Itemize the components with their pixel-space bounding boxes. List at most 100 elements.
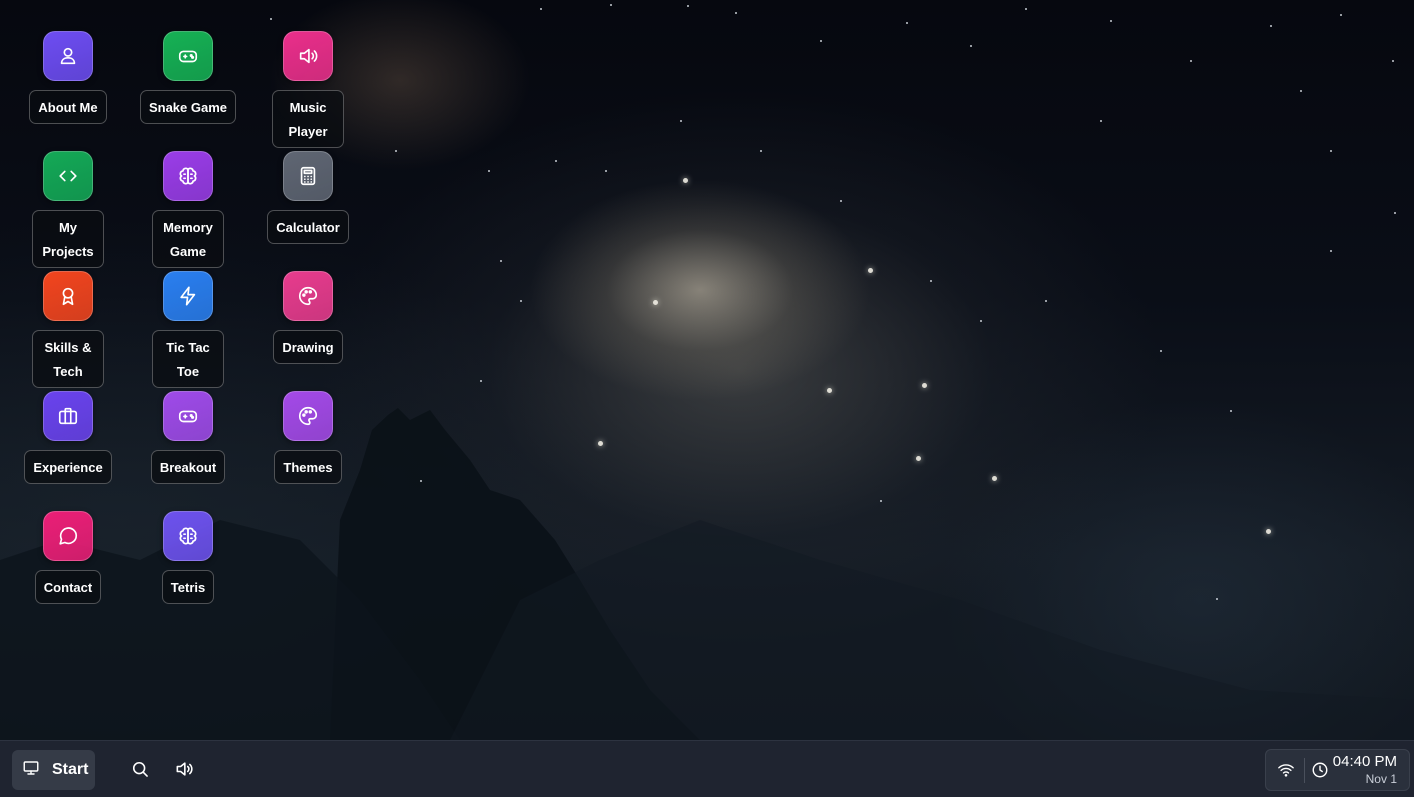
star xyxy=(1160,350,1162,352)
desktop-icon-snake-game[interactable]: Snake Game xyxy=(128,31,248,124)
star xyxy=(840,200,842,202)
desktop-icon-label: Skills & Tech xyxy=(32,330,104,388)
desktop-icon-themes[interactable]: Themes xyxy=(248,391,368,484)
start-button[interactable]: Start xyxy=(12,750,95,790)
calculator-icon xyxy=(283,151,333,201)
desktop-icon-about-me[interactable]: About Me xyxy=(8,31,128,124)
speaker-icon xyxy=(283,31,333,81)
award-icon xyxy=(43,271,93,321)
star xyxy=(1300,90,1302,92)
star xyxy=(270,18,272,20)
desktop-icon-tic-tac-toe[interactable]: Tic Tac Toe xyxy=(128,271,248,388)
bright-star xyxy=(827,388,832,393)
star xyxy=(735,12,737,14)
star xyxy=(395,150,397,152)
gamepad-icon xyxy=(163,391,213,441)
desktop-icon-label: Snake Game xyxy=(139,90,237,124)
star xyxy=(980,320,982,322)
desktop-icon-drawing[interactable]: Drawing xyxy=(248,271,368,364)
brain-icon xyxy=(163,151,213,201)
desktop-icon-label: Themes xyxy=(274,450,342,484)
user-icon xyxy=(43,31,93,81)
desktop-icon-label: Memory Game xyxy=(152,210,224,268)
star xyxy=(880,500,882,502)
bright-star xyxy=(922,383,927,388)
start-label: Start xyxy=(52,761,89,778)
clock-date: Nov 1 xyxy=(1365,772,1397,786)
code-icon xyxy=(43,151,93,201)
desktop-icon-music-player[interactable]: Music Player xyxy=(248,31,368,148)
desktop-icon-contact[interactable]: Contact xyxy=(8,511,128,604)
lightning-icon xyxy=(163,271,213,321)
bright-star xyxy=(1266,529,1271,534)
bright-star xyxy=(653,300,658,305)
desktop-icon-skills-tech[interactable]: Skills & Tech xyxy=(8,271,128,388)
brain-icon xyxy=(163,511,213,561)
search-icon[interactable] xyxy=(130,759,150,779)
wifi-icon[interactable] xyxy=(1277,761,1295,784)
desktop-icon-my-projects[interactable]: My Projects xyxy=(8,151,128,268)
star xyxy=(488,170,490,172)
desktop-icon-label: Drawing xyxy=(273,330,343,364)
star xyxy=(760,150,762,152)
star xyxy=(1190,60,1192,62)
desktop-icon-calculator[interactable]: Calculator xyxy=(248,151,368,244)
star xyxy=(970,45,972,47)
palette-icon xyxy=(283,391,333,441)
star xyxy=(540,8,542,10)
clock-time: 04:40 PM xyxy=(1332,753,1397,770)
star xyxy=(1216,598,1218,600)
desktop-icon-tetris[interactable]: Tetris xyxy=(128,511,248,604)
star xyxy=(1100,120,1102,122)
star xyxy=(420,480,422,482)
system-tray[interactable]: 04:40 PM Nov 1 xyxy=(1265,749,1410,791)
tray-divider xyxy=(1304,758,1305,783)
desktop-icon-label: Tetris xyxy=(161,570,215,604)
bright-star xyxy=(992,476,997,481)
clock-icon xyxy=(1311,761,1329,784)
star xyxy=(1270,25,1272,27)
desktop-icon-label: My Projects xyxy=(32,210,104,268)
volume-icon[interactable] xyxy=(174,759,194,779)
star xyxy=(610,4,612,6)
star xyxy=(687,5,689,7)
bright-star xyxy=(683,178,688,183)
star xyxy=(605,170,607,172)
desktop-icon-experience[interactable]: Experience xyxy=(8,391,128,484)
star xyxy=(680,120,682,122)
star xyxy=(480,380,482,382)
desktop-icon-label: Music Player xyxy=(272,90,344,148)
chat-icon xyxy=(43,511,93,561)
star xyxy=(555,160,557,162)
briefcase-icon xyxy=(43,391,93,441)
desktop-icon-label: Calculator xyxy=(267,210,349,244)
star xyxy=(500,260,502,262)
taskbar: Start 04:40 PM Nov 1 xyxy=(0,740,1414,797)
gamepad-icon xyxy=(163,31,213,81)
star xyxy=(1025,8,1027,10)
star xyxy=(1230,410,1232,412)
bright-star xyxy=(916,456,921,461)
desktop-icon-memory-game[interactable]: Memory Game xyxy=(128,151,248,268)
star xyxy=(820,40,822,42)
desktop-icon-label: Tic Tac Toe xyxy=(152,330,224,388)
desktop-icon-label: Experience xyxy=(24,450,112,484)
palette-icon xyxy=(283,271,333,321)
star xyxy=(906,22,908,24)
star xyxy=(1394,212,1396,214)
desktop-icon-breakout[interactable]: Breakout xyxy=(128,391,248,484)
star xyxy=(1330,150,1332,152)
star xyxy=(1340,14,1342,16)
star xyxy=(1045,300,1047,302)
desktop-icon-label: Contact xyxy=(34,570,102,604)
star xyxy=(520,300,522,302)
star xyxy=(1110,20,1112,22)
star xyxy=(1330,250,1332,252)
bright-star xyxy=(598,441,603,446)
star xyxy=(1392,60,1394,62)
monitor-icon xyxy=(22,759,40,782)
bright-star xyxy=(868,268,873,273)
desktop-icon-label: Breakout xyxy=(150,450,226,484)
desktop-icon-label: About Me xyxy=(29,90,107,124)
star xyxy=(930,280,932,282)
